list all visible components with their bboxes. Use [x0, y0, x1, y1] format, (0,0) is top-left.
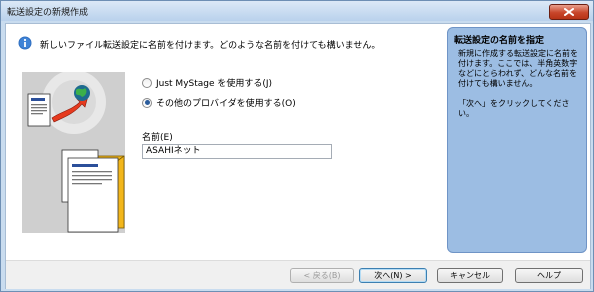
close-button[interactable] — [549, 4, 589, 20]
radio-just-mystage[interactable]: Just MyStage を使用する(J) — [142, 76, 272, 89]
close-icon — [564, 8, 574, 16]
back-button[interactable]: < 戻る(B) — [290, 268, 354, 283]
radio-button[interactable] — [142, 77, 152, 88]
help-button[interactable]: ヘルプ — [515, 268, 583, 283]
info-icon — [18, 36, 32, 50]
dialog-window: 転送設定の新規作成 新しいファイル転送設定に名前を付けます。どのような名前を付け… — [0, 0, 594, 292]
header-area: 新しいファイル転送設定に名前を付けます。どのような名前を付けても構いません。 — [6, 24, 442, 60]
radio-other-provider[interactable]: その他のプロバイダを使用する(O) — [142, 96, 296, 109]
next-button[interactable]: 次へ(N) > — [359, 268, 427, 283]
title-bar[interactable]: 転送設定の新規作成 — [1, 1, 593, 21]
dialog-body: 新しいファイル転送設定に名前を付けます。どのような名前を付けても構いません。 J… — [5, 23, 591, 289]
name-label: 名前(E) — [142, 133, 173, 143]
document-icon — [67, 157, 119, 233]
help-panel: 転送設定の名前を指定 新規に作成する転送設定に名前を付けます。ここでは、半角英数… — [447, 27, 587, 253]
button-bar: < 戻る(B) 次へ(N) > キャンセル ヘルプ — [6, 260, 590, 289]
name-input[interactable]: ASAHIネット — [142, 144, 332, 159]
wizard-illustration — [22, 72, 125, 233]
cancel-button[interactable]: キャンセル — [437, 268, 503, 283]
help-title: 転送設定の名前を指定 — [454, 36, 545, 46]
radio-button-selected[interactable] — [142, 97, 152, 108]
window-title: 転送設定の新規作成 — [7, 8, 89, 18]
help-next-hint: 「次へ」をクリックしてください。 — [458, 99, 570, 118]
header-instruction: 新しいファイル転送設定に名前を付けます。どのような名前を付けても構いません。 — [40, 41, 381, 51]
radio-label[interactable]: その他のプロバイダを使用する(O) — [156, 96, 296, 109]
radio-label[interactable]: Just MyStage を使用する(J) — [156, 76, 272, 89]
help-body: 新規に作成する転送設定に名前を付けます。ここでは、半角英数字などにとらわれず、ど… — [458, 49, 578, 88]
